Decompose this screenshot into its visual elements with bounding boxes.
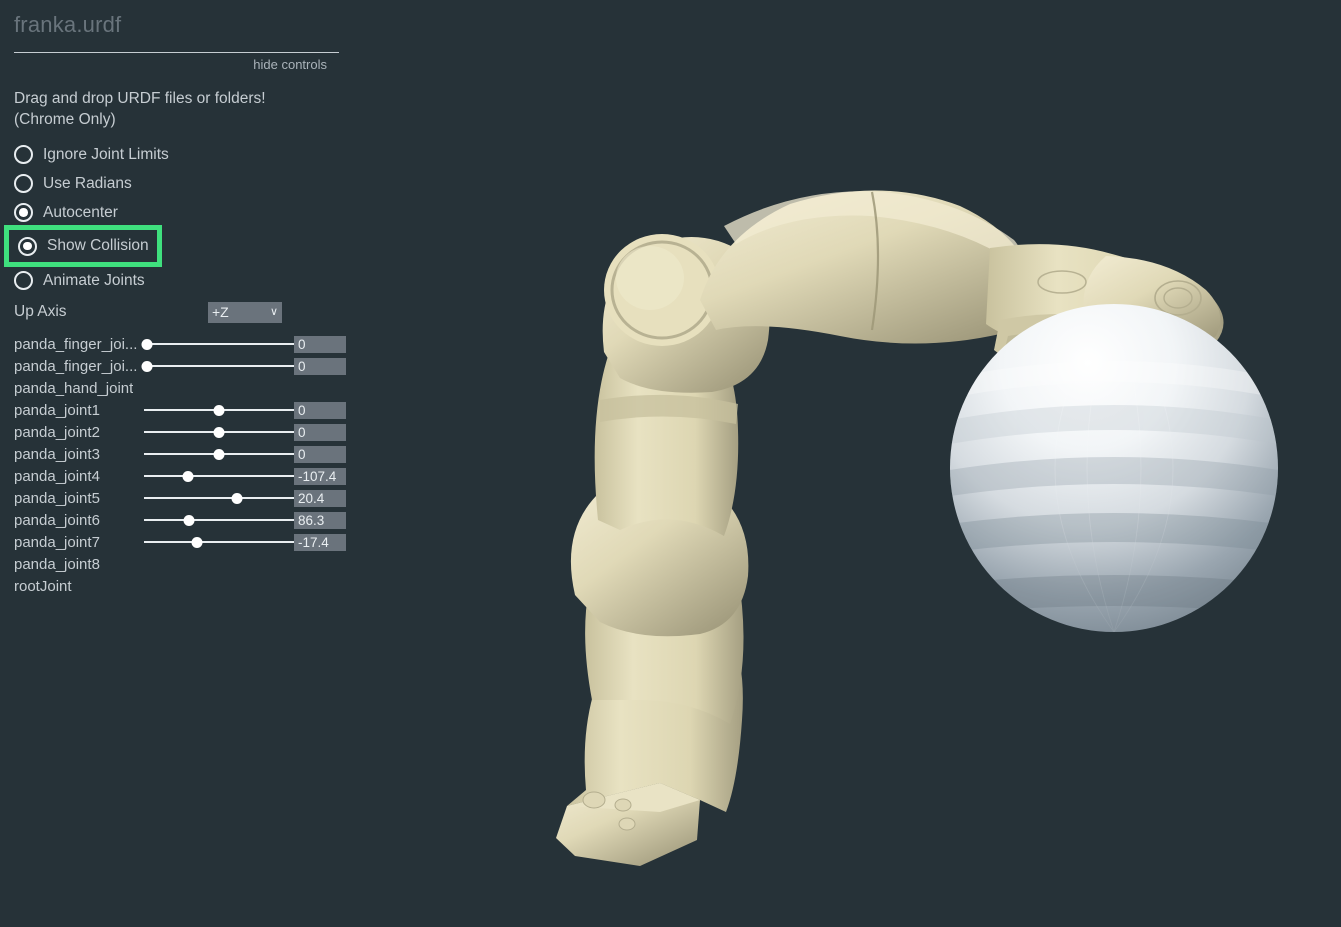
joint-name-label: panda_joint4: [14, 468, 138, 485]
toggle-label: Show Collision: [47, 237, 149, 255]
joint-name-label: panda_joint8: [14, 556, 100, 573]
slider-knob[interactable]: [232, 493, 243, 504]
joint-row: panda_joint8: [10, 553, 335, 575]
joint-name-label: panda_joint3: [14, 446, 138, 463]
joint-slider[interactable]: [144, 358, 294, 374]
joint-value-input[interactable]: 0: [294, 424, 346, 441]
page-title: franka.urdf: [10, 0, 335, 44]
joint-row: panda_joint10: [10, 399, 335, 421]
joint-value-input[interactable]: 0: [294, 402, 346, 419]
joint-row: panda_joint20: [10, 421, 335, 443]
hide-controls-button[interactable]: hide controls: [10, 53, 335, 72]
slider-track: [144, 475, 294, 477]
radio-off-icon[interactable]: [14, 145, 33, 164]
joint-row: panda_finger_joi...0: [10, 355, 335, 377]
toggle-use-radians[interactable]: Use Radians: [10, 169, 335, 198]
joint-name-label: panda_joint7: [14, 534, 138, 551]
toggle-animate-joints[interactable]: Animate Joints: [10, 266, 335, 295]
joint-row: panda_finger_joi...0: [10, 333, 335, 355]
toggle-label: Use Radians: [43, 175, 132, 193]
joint-name-label: panda_joint1: [14, 402, 138, 419]
slider-knob[interactable]: [184, 515, 195, 526]
up-axis-value: +Z: [212, 304, 229, 320]
toggle-label: Animate Joints: [43, 272, 145, 290]
joint-name-label: panda_finger_joi...: [14, 358, 138, 375]
joint-value-input[interactable]: 0: [294, 446, 346, 463]
joint-name-label: panda_joint2: [14, 424, 138, 441]
radio-on-icon[interactable]: [14, 203, 33, 222]
toggle-show-collision[interactable]: Show Collision: [4, 225, 162, 267]
joint-name-label: panda_finger_joi...: [14, 336, 138, 353]
joint-slider[interactable]: [144, 490, 294, 506]
up-axis-label: Up Axis: [14, 303, 67, 321]
slider-track: [144, 541, 294, 543]
collision-sphere: [950, 304, 1278, 632]
joint-slider[interactable]: [144, 534, 294, 550]
slider-knob[interactable]: [214, 405, 225, 416]
joint-slider[interactable]: [144, 446, 294, 462]
slider-knob[interactable]: [191, 537, 202, 548]
controls-panel: franka.urdf hide controls Drag and drop …: [0, 0, 345, 597]
joint-row: panda_joint4-107.4: [10, 465, 335, 487]
slider-track: [144, 497, 294, 499]
slider-knob[interactable]: [214, 449, 225, 460]
joint-slider[interactable]: [144, 512, 294, 528]
toggle-label: Autocenter: [43, 204, 118, 222]
joint-name-label: panda_hand_joint: [14, 380, 133, 397]
joint-value-input[interactable]: 86.3: [294, 512, 346, 529]
joint-value-input[interactable]: 0: [294, 336, 346, 353]
radio-on-icon[interactable]: [18, 237, 37, 256]
joint-value-input[interactable]: -107.4: [294, 468, 346, 485]
urdf-viewer-app: franka.urdf hide controls Drag and drop …: [0, 0, 1341, 927]
radio-off-icon[interactable]: [14, 271, 33, 290]
joint-slider[interactable]: [144, 336, 294, 352]
toggle-ignore-joint-limits[interactable]: Ignore Joint Limits: [10, 140, 335, 169]
dragdrop-line-2: (Chrome Only): [14, 109, 335, 130]
slider-knob[interactable]: [142, 339, 153, 350]
joint-row: panda_hand_joint: [10, 377, 335, 399]
slider-knob[interactable]: [214, 427, 225, 438]
joint-value-input[interactable]: 20.4: [294, 490, 346, 507]
joint-value-input[interactable]: 0: [294, 358, 346, 375]
joint-row: panda_joint520.4: [10, 487, 335, 509]
joint-slider[interactable]: [144, 402, 294, 418]
joint-row: panda_joint686.3: [10, 509, 335, 531]
joint-name-label: panda_joint6: [14, 512, 138, 529]
joint-value-input[interactable]: -17.4: [294, 534, 346, 551]
slider-track: [144, 343, 294, 345]
slider-knob[interactable]: [142, 361, 153, 372]
joint-slider[interactable]: [144, 424, 294, 440]
joint-name-label: rootJoint: [14, 578, 72, 595]
chevron-down-icon: ∨: [270, 307, 278, 318]
slider-track: [144, 519, 294, 521]
dragdrop-line-1: Drag and drop URDF files or folders!: [14, 88, 335, 109]
joint-slider[interactable]: [144, 468, 294, 484]
joint-row: rootJoint: [10, 575, 335, 597]
slider-knob[interactable]: [182, 471, 193, 482]
joint-list: panda_finger_joi...0panda_finger_joi...0…: [10, 333, 335, 597]
radio-off-icon[interactable]: [14, 174, 33, 193]
joint-name-label: panda_joint5: [14, 490, 138, 507]
up-axis-row: Up Axis +Z ∨: [10, 297, 335, 327]
joint-row: panda_joint7-17.4: [10, 531, 335, 553]
toggle-autocenter[interactable]: Autocenter: [10, 198, 335, 227]
slider-track: [144, 365, 294, 367]
joint-row: panda_joint30: [10, 443, 335, 465]
toggle-label: Ignore Joint Limits: [43, 146, 169, 164]
up-axis-select[interactable]: +Z ∨: [208, 302, 282, 323]
dragdrop-hint: Drag and drop URDF files or folders! (Ch…: [14, 88, 335, 130]
